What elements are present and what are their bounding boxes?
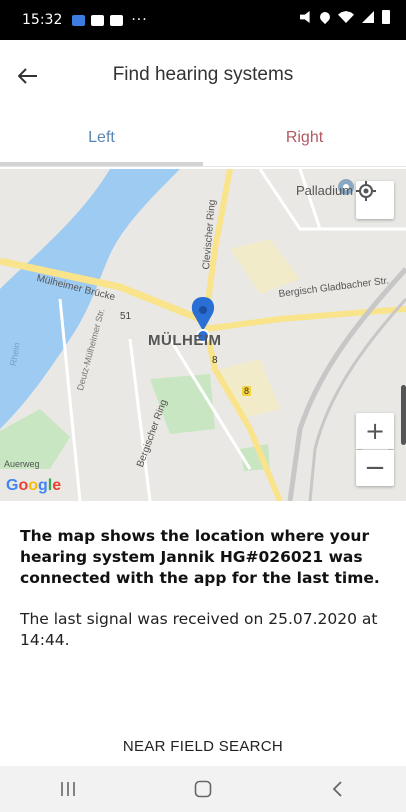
tab-left[interactable]: Left [0, 110, 203, 166]
mute-icon [300, 11, 310, 23]
notification-icons [72, 14, 124, 26]
gallery-icon [110, 14, 124, 26]
location-icon [317, 9, 333, 25]
back-icon [333, 781, 342, 797]
home-icon [194, 780, 212, 798]
my-location-button[interactable] [356, 181, 394, 219]
map-label-auerweg: Auerweg [4, 459, 40, 469]
last-signal-message: The last signal was received on 25.07.20… [20, 610, 378, 649]
zoom-out-button[interactable]: − [356, 450, 394, 486]
near-field-search-button[interactable]: NEAR FIELD SEARCH [0, 732, 406, 762]
road-bergisch [204, 306, 406, 332]
app-header: Find hearing systems [0, 40, 406, 110]
system-icons [300, 9, 390, 25]
battery-icon [382, 10, 390, 24]
google-logo: Google [6, 477, 62, 494]
signal-icon [362, 11, 374, 23]
message-icon [91, 14, 105, 26]
system-nav-bar [0, 766, 406, 812]
map-label-palladium: Palladium [296, 183, 354, 198]
page-title: Find hearing systems [112, 64, 294, 85]
map-view[interactable]: Palladium Clevischer Ring Mülheimer Brüc… [0, 169, 406, 501]
crosshair-icon [356, 181, 376, 201]
map-label-route-8-badge: 8 [242, 386, 252, 396]
more-notifications-icon: ··· [131, 12, 148, 28]
map-label-route-8: 8 [212, 355, 218, 366]
side-tabs: Left Right [0, 110, 406, 167]
wifi-icon [338, 11, 354, 23]
recent-apps-button[interactable] [38, 769, 98, 809]
status-bar: 15:32 ··· [0, 0, 406, 40]
edge-panel-handle[interactable] [401, 385, 406, 445]
tab-divider [0, 166, 406, 167]
system-back-button[interactable] [308, 769, 368, 809]
app-notification-icon [72, 14, 86, 26]
status-time: 15:32 [22, 12, 63, 28]
recent-apps-icon [60, 782, 75, 796]
zoom-in-button[interactable]: + [356, 413, 394, 449]
urban-block [230, 239, 300, 294]
home-button[interactable] [173, 769, 233, 809]
map-label-route-51: 51 [120, 311, 132, 322]
tab-right[interactable]: Right [203, 110, 406, 166]
map-label-district: MÜLHEIM [148, 332, 222, 349]
location-message: The map shows the location where your he… [20, 527, 380, 587]
